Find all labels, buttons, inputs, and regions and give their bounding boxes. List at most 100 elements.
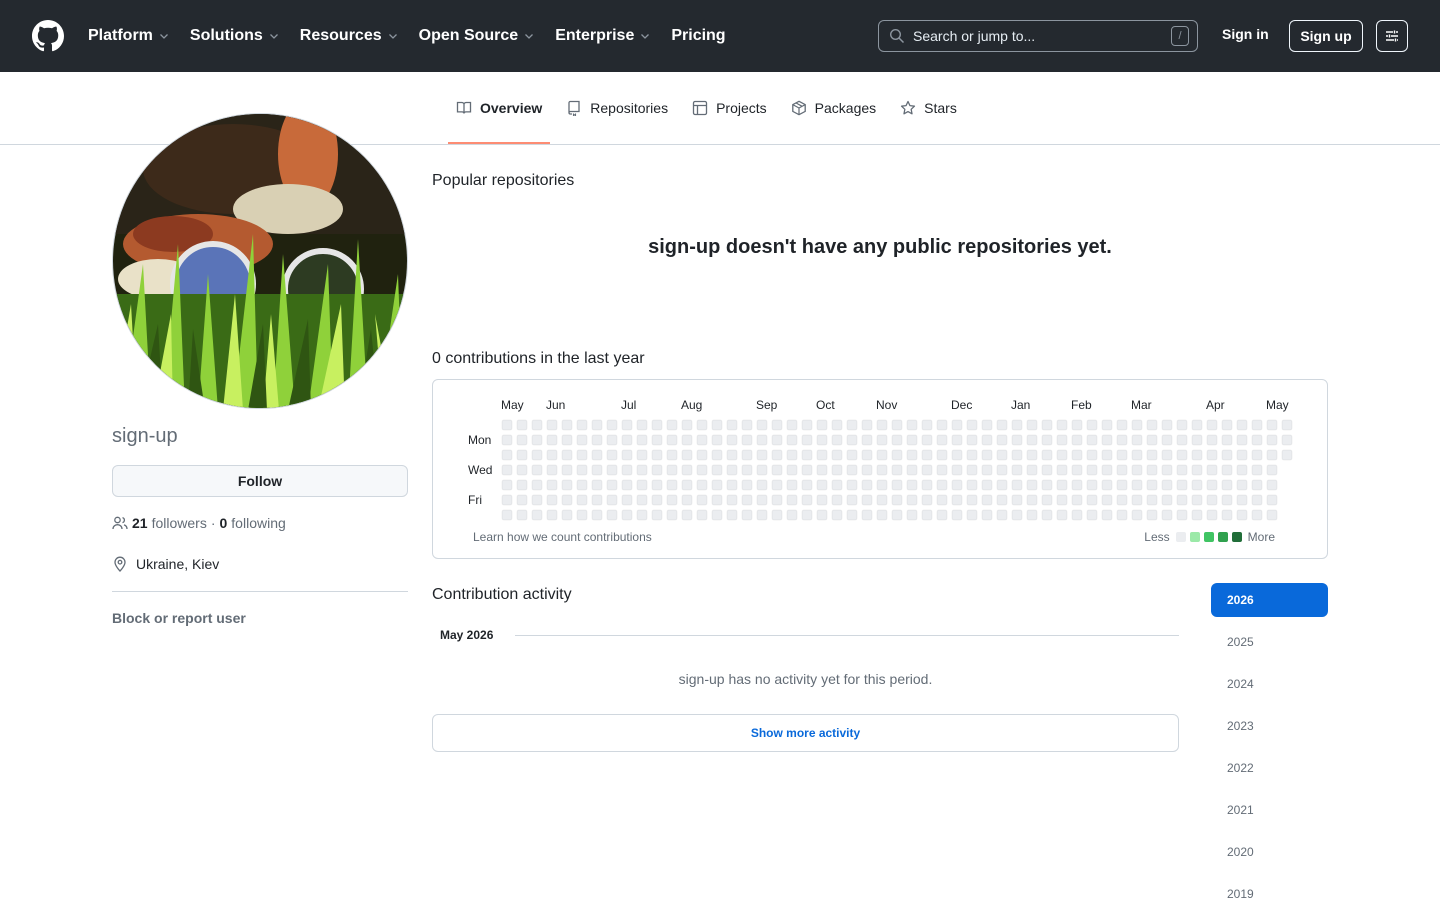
contribution-day[interactable] bbox=[936, 434, 948, 446]
contribution-day[interactable] bbox=[711, 449, 723, 461]
contribution-day[interactable] bbox=[936, 464, 948, 476]
contribution-day[interactable] bbox=[711, 509, 723, 521]
contribution-day[interactable] bbox=[651, 509, 663, 521]
contribution-day[interactable] bbox=[1101, 479, 1113, 491]
contribution-day[interactable] bbox=[501, 464, 513, 476]
contribution-day[interactable] bbox=[951, 449, 963, 461]
contribution-day[interactable] bbox=[1146, 509, 1158, 521]
contribution-day[interactable] bbox=[756, 419, 768, 431]
contribution-day[interactable] bbox=[591, 509, 603, 521]
contribution-day[interactable] bbox=[981, 449, 993, 461]
contribution-day[interactable] bbox=[1266, 449, 1278, 461]
contribution-day[interactable] bbox=[816, 479, 828, 491]
contribution-day[interactable] bbox=[1131, 464, 1143, 476]
contribution-day[interactable] bbox=[1266, 464, 1278, 476]
contribution-day[interactable] bbox=[576, 479, 588, 491]
contribution-day[interactable] bbox=[1041, 434, 1053, 446]
year-2026[interactable]: 2026 bbox=[1211, 583, 1328, 617]
year-2023[interactable]: 2023 bbox=[1211, 709, 1328, 743]
contribution-day[interactable] bbox=[1251, 449, 1263, 461]
contribution-day[interactable] bbox=[546, 419, 558, 431]
contribution-day[interactable] bbox=[1281, 419, 1293, 431]
contribution-day[interactable] bbox=[801, 434, 813, 446]
contribution-day[interactable] bbox=[1071, 479, 1083, 491]
contribution-day[interactable] bbox=[906, 509, 918, 521]
contribution-day[interactable] bbox=[981, 494, 993, 506]
contribution-day[interactable] bbox=[1251, 464, 1263, 476]
contribution-day[interactable] bbox=[741, 419, 753, 431]
contribution-day[interactable] bbox=[846, 509, 858, 521]
contribution-day[interactable] bbox=[711, 479, 723, 491]
contribution-day[interactable] bbox=[861, 434, 873, 446]
contribution-day[interactable] bbox=[651, 464, 663, 476]
nav-enterprise[interactable]: Enterprise bbox=[555, 27, 651, 45]
contribution-day[interactable] bbox=[1011, 419, 1023, 431]
contribution-day[interactable] bbox=[606, 449, 618, 461]
contribution-day[interactable] bbox=[1191, 449, 1203, 461]
contribution-day[interactable] bbox=[951, 479, 963, 491]
contribution-day[interactable] bbox=[951, 419, 963, 431]
contribution-day[interactable] bbox=[996, 464, 1008, 476]
contribution-day[interactable] bbox=[1191, 434, 1203, 446]
contribution-day[interactable] bbox=[966, 449, 978, 461]
contribution-day[interactable] bbox=[996, 479, 1008, 491]
contribution-day[interactable] bbox=[1131, 479, 1143, 491]
contribution-day[interactable] bbox=[1266, 434, 1278, 446]
contribution-day[interactable] bbox=[1221, 419, 1233, 431]
contribution-day[interactable] bbox=[666, 449, 678, 461]
contribution-day[interactable] bbox=[786, 419, 798, 431]
contribution-day[interactable] bbox=[846, 494, 858, 506]
contribution-day[interactable] bbox=[1026, 509, 1038, 521]
contribution-day[interactable] bbox=[1161, 509, 1173, 521]
contribution-day[interactable] bbox=[1056, 464, 1068, 476]
contribution-day[interactable] bbox=[1041, 509, 1053, 521]
contribution-day[interactable] bbox=[516, 419, 528, 431]
contribution-day[interactable] bbox=[756, 494, 768, 506]
contribution-day[interactable] bbox=[1251, 434, 1263, 446]
contribution-day[interactable] bbox=[546, 449, 558, 461]
contribution-day[interactable] bbox=[1101, 434, 1113, 446]
contribution-day[interactable] bbox=[996, 434, 1008, 446]
contribution-day[interactable] bbox=[561, 509, 573, 521]
contribution-day[interactable] bbox=[1161, 419, 1173, 431]
contribution-day[interactable] bbox=[921, 494, 933, 506]
contribution-day[interactable] bbox=[786, 434, 798, 446]
contribution-day[interactable] bbox=[591, 434, 603, 446]
contribution-day[interactable] bbox=[771, 479, 783, 491]
contribution-day[interactable] bbox=[1056, 434, 1068, 446]
contribution-day[interactable] bbox=[951, 434, 963, 446]
contribution-day[interactable] bbox=[861, 464, 873, 476]
contribution-day[interactable] bbox=[636, 479, 648, 491]
contribution-day[interactable] bbox=[666, 479, 678, 491]
contribution-day[interactable] bbox=[891, 449, 903, 461]
contribution-day[interactable] bbox=[756, 509, 768, 521]
contribution-day[interactable] bbox=[666, 434, 678, 446]
contribution-day[interactable] bbox=[696, 419, 708, 431]
contribution-day[interactable] bbox=[861, 479, 873, 491]
contribution-day[interactable] bbox=[1236, 464, 1248, 476]
contribution-day[interactable] bbox=[621, 449, 633, 461]
contribution-day[interactable] bbox=[546, 464, 558, 476]
contribution-day[interactable] bbox=[981, 464, 993, 476]
contribution-day[interactable] bbox=[1206, 494, 1218, 506]
contribution-day[interactable] bbox=[966, 419, 978, 431]
sign-up-button[interactable]: Sign up bbox=[1289, 20, 1363, 52]
year-2021[interactable]: 2021 bbox=[1211, 793, 1328, 827]
contribution-day[interactable] bbox=[921, 479, 933, 491]
contribution-day[interactable] bbox=[516, 479, 528, 491]
contribution-day[interactable] bbox=[1206, 449, 1218, 461]
contribution-day[interactable] bbox=[831, 509, 843, 521]
contribution-day[interactable] bbox=[696, 434, 708, 446]
contribution-day[interactable] bbox=[831, 434, 843, 446]
contribution-day[interactable] bbox=[726, 479, 738, 491]
contribution-day[interactable] bbox=[876, 464, 888, 476]
contribution-day[interactable] bbox=[1116, 464, 1128, 476]
contribution-day[interactable] bbox=[1026, 494, 1038, 506]
contribution-day[interactable] bbox=[771, 419, 783, 431]
contribution-day[interactable] bbox=[1206, 479, 1218, 491]
contribution-day[interactable] bbox=[951, 509, 963, 521]
contribution-day[interactable] bbox=[591, 464, 603, 476]
contribution-day[interactable] bbox=[906, 494, 918, 506]
contribution-day[interactable] bbox=[1281, 434, 1293, 446]
contribution-day[interactable] bbox=[1236, 509, 1248, 521]
